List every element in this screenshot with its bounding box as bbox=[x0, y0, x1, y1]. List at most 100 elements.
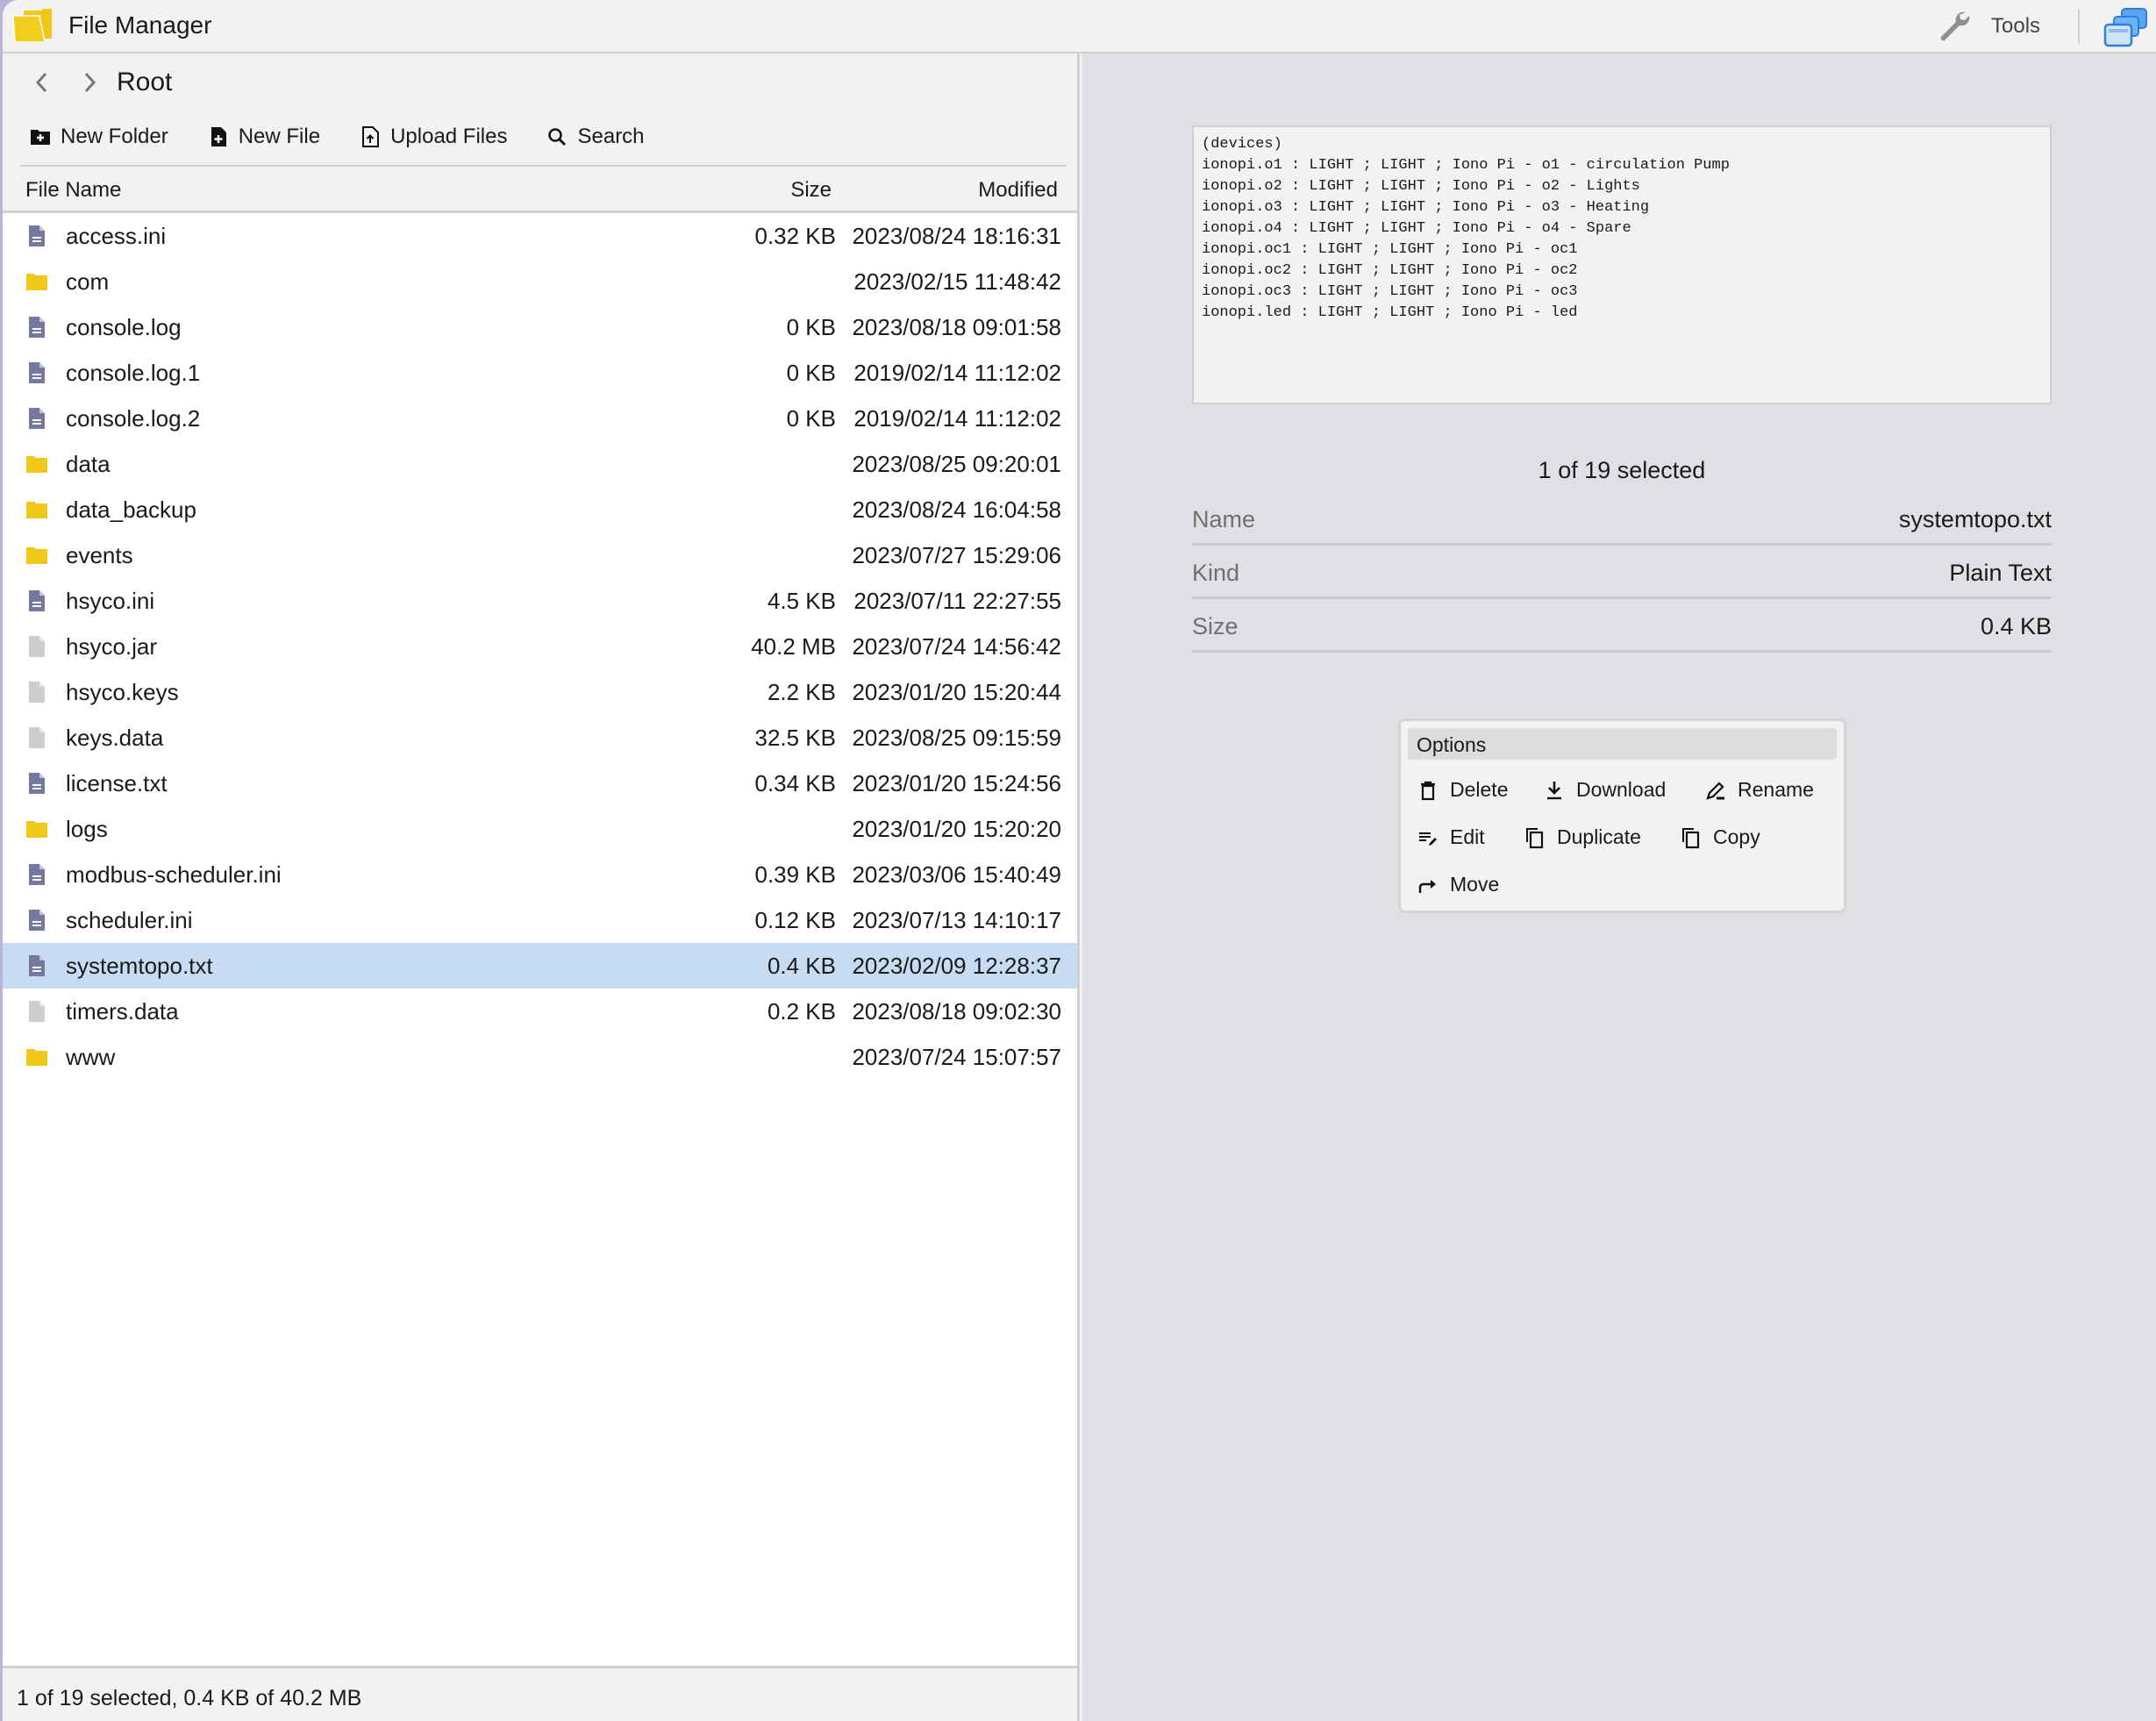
file-row[interactable]: systemtopo.txt 0.4 KB 2023/02/09 12:28:37 bbox=[3, 943, 1077, 989]
kind-value: Plain Text bbox=[1949, 560, 2052, 586]
file-name: data_backup bbox=[66, 496, 196, 523]
file-browser-pane: Root New Folder New File Upload Files Se… bbox=[3, 54, 1080, 1721]
preview-line: (devices) bbox=[1202, 136, 1282, 153]
file-modified: 2023/08/18 09:02:30 bbox=[852, 998, 1061, 1025]
new-file-label: New File bbox=[238, 125, 321, 148]
folder-icon bbox=[26, 274, 47, 290]
file-size: 0.12 KB bbox=[754, 907, 836, 933]
file-row[interactable]: license.txt 0.34 KB 2023/01/20 15:24:56 bbox=[3, 761, 1077, 806]
new-folder-label: New Folder bbox=[61, 125, 168, 148]
text-file-icon bbox=[29, 955, 45, 976]
status-text: 1 of 19 selected, 0.4 KB of 40.2 MB bbox=[17, 1686, 362, 1710]
file-modified: 2023/02/09 12:28:37 bbox=[852, 953, 1061, 979]
file-name: data bbox=[66, 451, 111, 477]
file-modified: 2023/07/13 14:10:17 bbox=[852, 907, 1061, 933]
info-row-size: Size 0.4 KB bbox=[1192, 599, 2052, 653]
file-size: 4.5 KB bbox=[767, 588, 836, 614]
file-modified: 2023/08/25 09:20:01 bbox=[852, 451, 1061, 477]
file-row[interactable]: access.ini 0.32 KB 2023/08/24 18:16:31 bbox=[3, 213, 1077, 259]
windows-stack-icon[interactable] bbox=[2102, 7, 2148, 47]
status-bar: 1 of 19 selected, 0.4 KB of 40.2 MB bbox=[3, 1666, 1077, 1721]
file-size: 0 KB bbox=[786, 314, 836, 340]
file-modified: 2023/01/20 15:24:56 bbox=[852, 770, 1061, 796]
file-name: hsyco.ini bbox=[66, 588, 155, 614]
tools-label: Tools bbox=[1991, 14, 2041, 38]
file-name: hsyco.keys bbox=[66, 679, 179, 705]
file-name: modbus-scheduler.ini bbox=[66, 861, 282, 888]
file-modified: 2023/07/27 15:29:06 bbox=[852, 542, 1061, 568]
copy-button[interactable]: Copy bbox=[1680, 825, 1760, 849]
file-size: 0.32 KB bbox=[754, 223, 836, 249]
file-size: 0 KB bbox=[786, 405, 836, 432]
file-row[interactable]: hsyco.jar 40.2 MB 2023/07/24 14:56:42 bbox=[3, 624, 1077, 669]
file-row[interactable]: timers.data 0.2 KB 2023/08/18 09:02:30 bbox=[3, 989, 1077, 1034]
file-name: console.log.2 bbox=[66, 405, 201, 432]
file-row[interactable]: keys.data 32.5 KB 2023/08/25 09:15:59 bbox=[3, 715, 1077, 761]
rename-button[interactable]: Rename bbox=[1704, 778, 1814, 802]
folder-icon bbox=[26, 821, 47, 838]
new-folder-button[interactable]: New Folder bbox=[29, 125, 168, 149]
name-value: systemtopo.txt bbox=[1898, 506, 2052, 532]
duplicate-button[interactable]: Duplicate bbox=[1524, 825, 1641, 849]
file-modified: 2023/08/24 18:16:31 bbox=[852, 223, 1061, 249]
tools-button[interactable]: Tools bbox=[1937, 9, 2040, 44]
forward-chevron-icon[interactable] bbox=[76, 69, 103, 96]
app-title: File Manager bbox=[68, 11, 212, 39]
copy-icon bbox=[1682, 827, 1700, 848]
file-row[interactable]: logs 2023/01/20 15:20:20 bbox=[3, 806, 1077, 852]
file-modified: 2023/07/24 14:56:42 bbox=[852, 633, 1061, 660]
file-row[interactable]: hsyco.keys 2.2 KB 2023/01/20 15:20:44 bbox=[3, 669, 1077, 715]
file-modified: 2023/08/24 16:04:58 bbox=[852, 496, 1061, 523]
file-row[interactable]: console.log 0 KB 2023/08/18 09:01:58 bbox=[3, 304, 1077, 350]
file-row[interactable]: data 2023/08/25 09:20:01 bbox=[3, 441, 1077, 487]
back-chevron-icon[interactable] bbox=[29, 69, 55, 96]
file-modified: 2023/07/24 15:07:57 bbox=[852, 1044, 1061, 1070]
file-row[interactable]: data_backup 2023/08/24 16:04:58 bbox=[3, 487, 1077, 532]
text-file-icon bbox=[29, 773, 45, 794]
file-modified: 2023/01/20 15:20:44 bbox=[852, 679, 1061, 705]
edit-button[interactable]: Edit bbox=[1417, 825, 1485, 849]
file-name: events bbox=[66, 542, 133, 568]
file-name: systemtopo.txt bbox=[66, 953, 213, 979]
file-name: scheduler.ini bbox=[66, 907, 193, 933]
file-row[interactable]: console.log.2 0 KB 2019/02/14 11:12:02 bbox=[3, 396, 1077, 441]
column-file-name[interactable]: File Name bbox=[25, 178, 121, 203]
file-row[interactable]: com 2023/02/15 11:48:42 bbox=[3, 259, 1077, 304]
file-row[interactable]: modbus-scheduler.ini 0.39 KB 2023/03/06 15… bbox=[3, 852, 1077, 897]
selection-count: 1 of 19 selected bbox=[1538, 457, 1706, 483]
name-label: Name bbox=[1192, 506, 1256, 532]
file-name: com bbox=[66, 268, 110, 295]
title-bar: File Manager Tools bbox=[3, 0, 2156, 54]
preview-line: ionopi.o4 : LIGHT ; LIGHT ; Iono Pi - o4… bbox=[1202, 220, 1631, 237]
file-row[interactable]: www 2023/07/24 15:07:57 bbox=[3, 1034, 1077, 1080]
delete-button[interactable]: Delete bbox=[1417, 778, 1508, 802]
file-row[interactable]: hsyco.ini 4.5 KB 2023/07/11 22:27:55 bbox=[3, 578, 1077, 624]
file-preview: (devices) ionopi.o1 : LIGHT ; LIGHT ; Ion… bbox=[1192, 125, 2052, 404]
download-button[interactable]: Download bbox=[1543, 778, 1666, 802]
new-file-button[interactable]: New File bbox=[207, 125, 320, 149]
titlebar-separator bbox=[2078, 9, 2080, 44]
file-manager-window: File Manager Tools Root New Folder New F… bbox=[3, 0, 2156, 1721]
breadcrumb-root[interactable]: Root bbox=[117, 68, 172, 97]
search-button[interactable]: Search bbox=[546, 125, 645, 149]
file-modified: 2023/02/15 11:48:42 bbox=[853, 268, 1061, 295]
column-modified[interactable]: Modified bbox=[978, 178, 1058, 203]
file-row[interactable]: events 2023/07/27 15:29:06 bbox=[3, 532, 1077, 578]
preview-line: ionopi.o1 : LIGHT ; LIGHT ; Iono Pi - o1… bbox=[1202, 157, 1730, 174]
file-size: 0.2 KB bbox=[767, 998, 836, 1025]
file-name: logs bbox=[66, 816, 108, 842]
text-file-icon bbox=[29, 590, 45, 611]
file-size: 0 KB bbox=[786, 360, 836, 386]
move-button[interactable]: Move bbox=[1417, 873, 1499, 896]
upload-files-button[interactable]: Upload Files bbox=[359, 125, 507, 149]
column-size[interactable]: Size bbox=[790, 178, 832, 203]
file-row[interactable]: scheduler.ini 0.12 KB 2023/07/13 14:10:17 bbox=[3, 897, 1077, 943]
search-label: Search bbox=[577, 125, 645, 148]
file-name: license.txt bbox=[66, 770, 168, 796]
file-row[interactable]: console.log.1 0 KB 2019/02/14 11:12:02 bbox=[3, 350, 1077, 396]
download-label: Download bbox=[1576, 778, 1667, 801]
download-icon bbox=[1547, 781, 1561, 799]
text-file-icon bbox=[29, 225, 45, 246]
folder-icon bbox=[26, 547, 47, 564]
file-name: www bbox=[66, 1044, 116, 1070]
